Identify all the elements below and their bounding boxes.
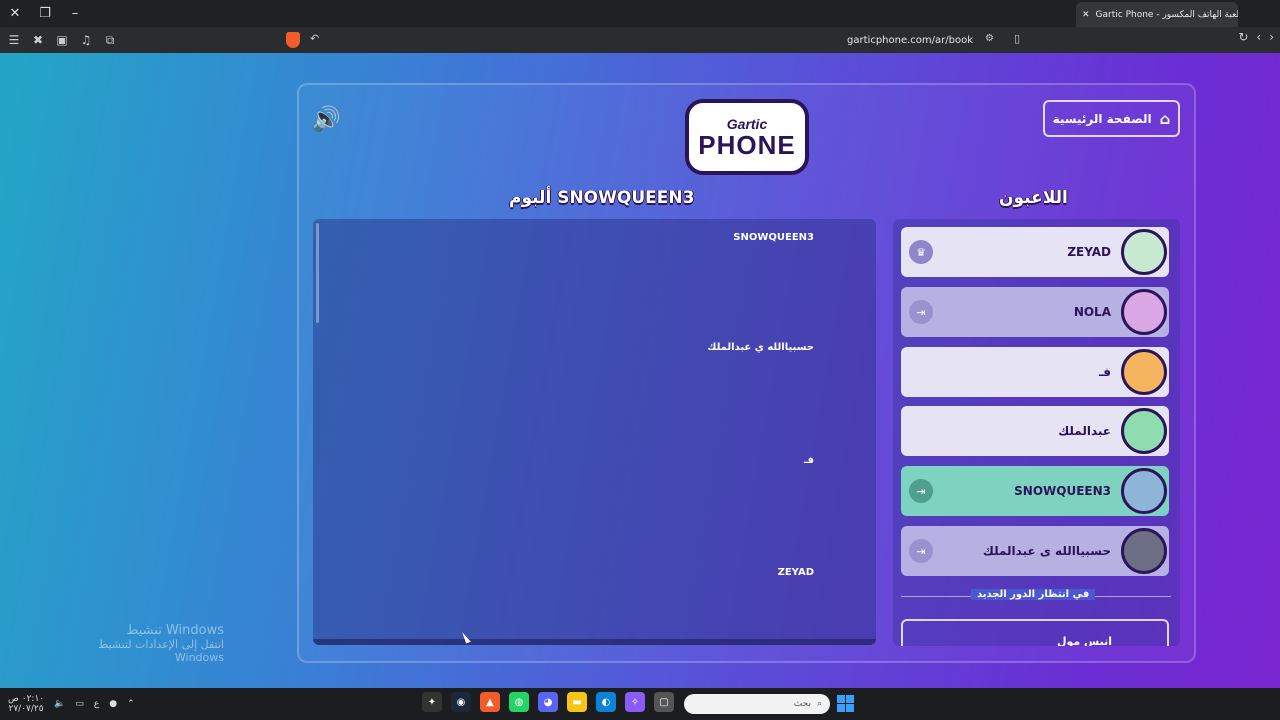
system-tray: ٠٢:١٠ ص ٢٧/٠٧/٢٥ 🔈 ▭ ع ● ⌃ [8,694,135,714]
search-icon: ⌕ [816,699,822,709]
exit-icon: ⇥ [909,300,933,324]
date: ٢٧/٠٧/٢٥ [8,704,44,714]
player-name: SNOWQUEEN3 [1014,484,1111,498]
browser-tab[interactable]: ✕ Gartic Phone - لعبة الهاتف المكسور [1076,2,1238,27]
tab-close-icon[interactable]: ✕ [1082,10,1090,20]
player-row[interactable]: فـ [901,347,1169,397]
menu-icon[interactable]: ☰ [4,30,24,50]
watermark-title: تنشيط Windows [126,623,224,638]
player-row[interactable]: ♛ ZEYAD [901,227,1169,277]
player-name: عبدالملك [1058,424,1111,438]
player-name: حسبياالله ى عبدالملك [982,544,1111,558]
music-icon[interactable]: ♫ [76,30,96,50]
window-close-button[interactable]: ✕ [0,0,30,27]
share-icon[interactable]: ↶ [310,32,319,45]
exit-icon: ⇥ [909,479,933,503]
clock[interactable]: ٠٢:١٠ ص ٢٧/٠٧/٢٥ [8,694,44,714]
player-avatar [1121,349,1167,395]
window-restore-button[interactable]: ❐ [30,0,60,27]
back-icon[interactable]: ‹ [1256,30,1261,44]
album-title: ألبوم SNOWQUEEN3 [509,188,695,208]
brave-shield-icon[interactable] [286,32,300,48]
album-entry: فـ [804,455,814,466]
steam-icon[interactable]: ◉ [451,692,471,712]
player-name: فـ [1099,365,1111,379]
chevron-up-icon[interactable]: ⌃ [127,699,135,709]
player-avatar [1121,528,1167,574]
microphone-icon[interactable]: ● [109,699,117,709]
players-title: اللاعبون [999,188,1068,208]
taskbar-apps: ✦ ◉ ▲ ◍ ◕ ▬ ◐ ✧ ▢ [422,692,674,712]
sidebar-icon[interactable]: ▣ [52,30,72,50]
edge-icon[interactable]: ◐ [596,692,616,712]
nav-controls: ↻ ‹ › [1238,30,1274,44]
reload-icon[interactable]: ↻ [1238,30,1248,44]
copilot-icon[interactable]: ✧ [625,692,645,712]
book-panel: 🔊 Gartic PHONE الصفحة الرئيسية ⌂ ألبوم S… [297,83,1196,663]
player-row[interactable]: ⇥ حسبياالله ى عبدالملك [901,526,1169,576]
url-text: garticphone.com/ar/book [847,34,973,46]
home-button-label: الصفحة الرئيسية [1052,111,1152,126]
player-row-active[interactable]: ⇥ SNOWQUEEN3 [901,466,1169,516]
address-bar[interactable]: ↶ garticphone.com/ar/book ⚙ ▯ [280,29,1030,51]
player-avatar [1121,289,1167,335]
language-indicator[interactable]: ع [94,699,99,709]
whatsapp-icon[interactable]: ◍ [509,692,529,712]
brave-icon[interactable]: ▲ [480,692,500,712]
file-explorer-icon[interactable]: ▬ [567,692,587,712]
album-entry: حسبياالله ي عبدالملك [707,342,814,353]
title-bar: ✕ ❐ – + ✕ Gartic Phone - لعبة الهاتف الم… [0,0,1280,27]
waiting-label: في انتظار الدور الجديد [971,589,1096,600]
windows-activation-watermark: تنشيط Windows انتقل إلى الإعدادات لتنشيط… [66,623,224,664]
search-placeholder: بحث [793,699,811,709]
player-row[interactable]: عبدالملك [901,406,1169,456]
browser-toolbar: ☰ ✖ ▣ ♫ ⧉ ↶ garticphone.com/ar/book ⚙ ▯ … [0,27,1280,53]
forward-icon[interactable]: › [1269,30,1274,44]
home-icon: ⌂ [1159,109,1171,128]
album-entry: SNOWQUEEN3 [733,232,814,243]
waiting-player-row [901,619,1169,646]
tab-title: Gartic Phone - لعبة الهاتف المكسور [1095,9,1238,20]
taskbar-search[interactable]: بحث ⌕ [684,694,830,714]
players-list: ♛ ZEYAD ⇥ NOLA فـ عبدالملك ⇥ SNOWQUEEN3 [893,219,1180,646]
album-scrollbar[interactable] [316,223,319,323]
logo-text-bottom: PHONE [698,130,796,160]
taskbar: ٠٢:١٠ ص ٢٧/٠٧/٢٥ 🔈 ▭ ع ● ⌃ ✦ ◉ ▲ ◍ ◕ ▬ ◐… [0,688,1280,720]
album-area[interactable]: SNOWQUEEN3 حسبياالله ي عبدالملك فـ ZEYAD [313,219,876,645]
game-page: 🔊 Gartic PHONE الصفحة الرئيسية ⌂ ألبوم S… [0,53,1280,688]
crown-icon: ♛ [909,240,933,264]
discord-icon[interactable]: ◕ [538,692,558,712]
app-icon[interactable]: ✦ [422,692,442,712]
network-icon[interactable]: ▭ [75,699,84,709]
waiting-player-name: انيس مول [1056,635,1112,646]
player-row[interactable]: ⇥ NOLA [901,287,1169,337]
tune-icon[interactable]: ⚙ [985,33,994,44]
album-entry: ZEYAD [777,567,814,578]
player-avatar [1121,468,1167,514]
gartic-phone-logo: Gartic PHONE [685,99,809,175]
player-name: NOLA [1073,305,1111,319]
home-button[interactable]: الصفحة الرئيسية ⌂ [1043,100,1180,137]
watermark-subtitle: انتقل إلى الإعدادات لتنشيط Windows [98,638,224,664]
task-view-icon[interactable]: ▢ [654,692,674,712]
player-avatar [1121,229,1167,275]
volume-icon[interactable]: 🔈 [54,699,65,709]
sound-icon[interactable]: 🔊 [311,105,345,135]
window-minimize-button[interactable]: – [60,0,90,27]
time: ٠٢:١٠ ص [8,694,45,704]
player-avatar [1121,408,1167,454]
screenshot-icon[interactable]: ⧉ [100,30,120,50]
x-icon[interactable]: ✖ [28,30,48,50]
windows-start-icon[interactable] [837,695,854,712]
player-name: ZEYAD [1067,245,1111,259]
bookmark-icon[interactable]: ▯ [1014,32,1020,45]
exit-icon: ⇥ [909,539,933,563]
